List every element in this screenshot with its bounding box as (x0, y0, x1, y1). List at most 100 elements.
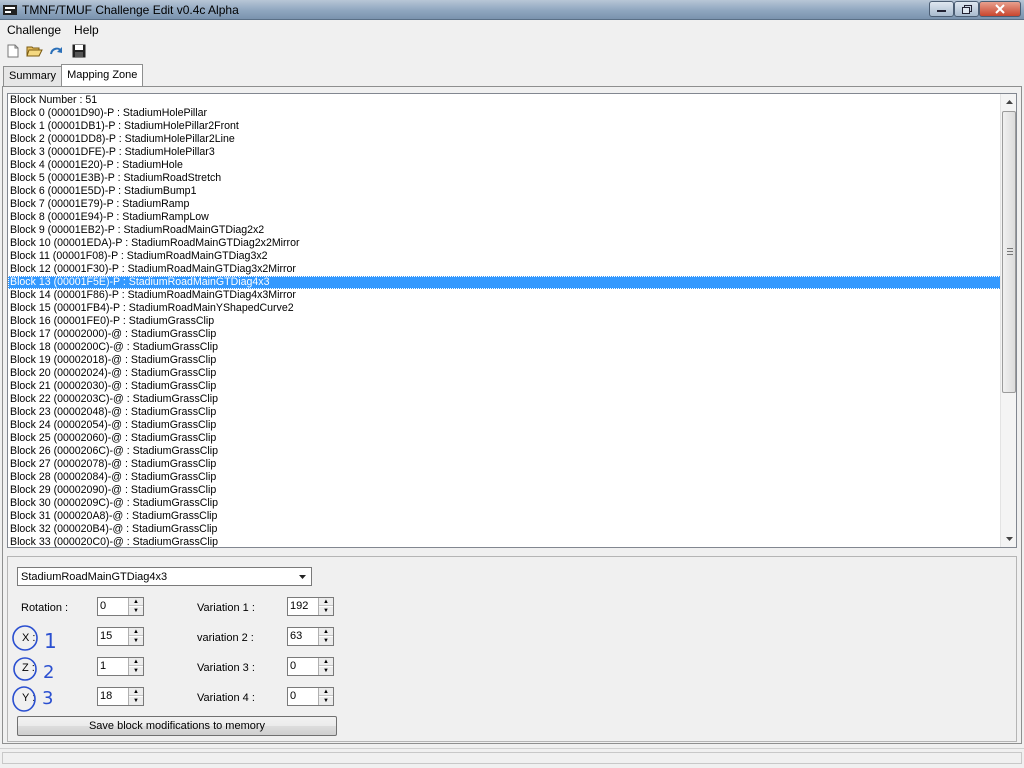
y-value[interactable]: 18 (100, 690, 112, 702)
block-count-header[interactable]: Block Number : 51 (8, 94, 1001, 107)
menu-challenge[interactable]: Challenge (0, 21, 67, 39)
block-list[interactable]: Block Number : 51 Block 0 (00001D90)-P :… (7, 93, 1017, 548)
increment-icon[interactable]: ▲ (129, 658, 143, 666)
increment-icon[interactable]: ▲ (129, 628, 143, 636)
list-item[interactable]: Block 11 (00001F08)-P : StadiumRoadMainG… (8, 250, 1001, 263)
status-panel (2, 752, 1022, 764)
rotation-value[interactable]: 0 (100, 600, 106, 612)
list-item[interactable]: Block 13 (00001F5E)-P : StadiumRoadMainG… (8, 276, 1001, 289)
app-icon (3, 5, 17, 15)
list-item[interactable]: Block 10 (00001EDA)-P : StadiumRoadMainG… (8, 237, 1001, 250)
increment-icon[interactable]: ▲ (319, 628, 333, 636)
list-item[interactable]: Block 17 (00002000)-@ : StadiumGrassClip (8, 328, 1001, 341)
menu-help[interactable]: Help (67, 21, 105, 39)
close-button[interactable] (979, 1, 1021, 17)
list-item[interactable]: Block 1 (00001DB1)-P : StadiumHolePillar… (8, 120, 1001, 133)
list-item[interactable]: Block 29 (00002090)-@ : StadiumGrassClip (8, 484, 1001, 497)
y-label: Y : (22, 692, 36, 704)
variation-2-stepper[interactable]: 63 ▲ ▼ (287, 627, 334, 646)
increment-icon[interactable]: ▲ (129, 598, 143, 606)
rotation-stepper[interactable]: 0 ▲ ▼ (97, 597, 144, 616)
list-item[interactable]: Block 9 (00001EB2)-P : StadiumRoadMainGT… (8, 224, 1001, 237)
list-item[interactable]: Block 32 (000020B4)-@ : StadiumGrassClip (8, 523, 1001, 536)
save-button[interactable] (69, 42, 88, 61)
save-block-modifications-button[interactable]: Save block modifications to memory (17, 716, 337, 736)
decrement-icon[interactable]: ▼ (319, 697, 333, 705)
x-stepper[interactable]: 15 ▲ ▼ (97, 627, 144, 646)
tab-summary[interactable]: Summary (3, 66, 63, 86)
list-item[interactable]: Block 16 (00001FE0)-P : StadiumGrassClip (8, 315, 1001, 328)
list-item[interactable]: Block 14 (00001F86)-P : StadiumRoadMainG… (8, 289, 1001, 302)
close-icon (995, 4, 1005, 14)
list-item[interactable]: Block 5 (00001E3B)-P : StadiumRoadStretc… (8, 172, 1001, 185)
scroll-up-button[interactable] (1001, 94, 1016, 110)
y-stepper[interactable]: 18 ▲ ▼ (97, 687, 144, 706)
scroll-down-button[interactable] (1001, 531, 1016, 547)
list-item[interactable]: Block 21 (00002030)-@ : StadiumGrassClip (8, 380, 1001, 393)
minimize-button[interactable] (929, 1, 954, 17)
variation-3-value[interactable]: 0 (290, 660, 296, 672)
list-item[interactable]: Block 22 (0000203C)-@ : StadiumGrassClip (8, 393, 1001, 406)
list-item[interactable]: Block 28 (00002084)-@ : StadiumGrassClip (8, 471, 1001, 484)
z-stepper[interactable]: 1 ▲ ▼ (97, 657, 144, 676)
menu-bar: Challenge Help (0, 21, 1024, 39)
list-item[interactable]: Block 15 (00001FB4)-P : StadiumRoadMainY… (8, 302, 1001, 315)
list-item[interactable]: Block 27 (00002078)-@ : StadiumGrassClip (8, 458, 1001, 471)
list-item[interactable]: Block 0 (00001D90)-P : StadiumHolePillar (8, 107, 1001, 120)
variation-3-stepper[interactable]: 0 ▲ ▼ (287, 657, 334, 676)
dropdown-button[interactable] (295, 569, 310, 584)
list-item[interactable]: Block 3 (00001DFE)-P : StadiumHolePillar… (8, 146, 1001, 159)
decrement-icon[interactable]: ▼ (129, 607, 143, 615)
list-item[interactable]: Block 18 (0000200C)-@ : StadiumGrassClip (8, 341, 1001, 354)
y-stepper-buttons: ▲ ▼ (128, 688, 143, 705)
block-list-scrollbar[interactable] (1000, 94, 1016, 547)
increment-icon[interactable]: ▲ (319, 598, 333, 606)
decrement-icon[interactable]: ▼ (129, 667, 143, 675)
decrement-icon[interactable]: ▼ (319, 637, 333, 645)
list-item[interactable]: Block 33 (000020C0)-@ : StadiumGrassClip (8, 536, 1001, 547)
maximize-button[interactable] (954, 1, 979, 17)
variation-2-label: variation 2 : (197, 632, 254, 644)
list-item[interactable]: Block 26 (0000206C)-@ : StadiumGrassClip (8, 445, 1001, 458)
decrement-icon[interactable]: ▼ (129, 697, 143, 705)
open-folder-icon (26, 46, 43, 57)
list-item[interactable]: Block 30 (0000209C)-@ : StadiumGrassClip (8, 497, 1001, 510)
x-value[interactable]: 15 (100, 630, 112, 642)
z-value[interactable]: 1 (100, 660, 106, 672)
block-type-select[interactable]: StadiumRoadMainGTDiag4x3 (17, 567, 312, 586)
increment-icon[interactable]: ▲ (129, 688, 143, 696)
variation-4-value[interactable]: 0 (290, 690, 296, 702)
variation-1-stepper[interactable]: 192 ▲ ▼ (287, 597, 334, 616)
reload-button[interactable] (47, 42, 66, 61)
variation-1-value[interactable]: 192 (290, 600, 308, 612)
list-item[interactable]: Block 6 (00001E5D)-P : StadiumBump1 (8, 185, 1001, 198)
decrement-icon[interactable]: ▼ (319, 607, 333, 615)
list-item[interactable]: Block 7 (00001E79)-P : StadiumRamp (8, 198, 1001, 211)
list-item[interactable]: Block 25 (00002060)-@ : StadiumGrassClip (8, 432, 1001, 445)
list-item[interactable]: Block 20 (00002024)-@ : StadiumGrassClip (8, 367, 1001, 380)
scroll-thumb[interactable] (1002, 111, 1016, 393)
save-disk-icon (72, 44, 85, 58)
variation-4-stepper[interactable]: 0 ▲ ▼ (287, 687, 334, 706)
tab-strip: Summary Mapping Zone (3, 64, 144, 86)
list-item[interactable]: Block 24 (00002054)-@ : StadiumGrassClip (8, 419, 1001, 432)
open-button[interactable] (25, 42, 44, 61)
list-item[interactable]: Block 8 (00001E94)-P : StadiumRampLow (8, 211, 1001, 224)
new-file-button[interactable] (3, 42, 22, 61)
list-item[interactable]: Block 2 (00001DD8)-P : StadiumHolePillar… (8, 133, 1001, 146)
variation-2-value[interactable]: 63 (290, 630, 302, 642)
chevron-down-icon (299, 574, 306, 579)
list-item[interactable]: Block 12 (00001F30)-P : StadiumRoadMainG… (8, 263, 1001, 276)
list-item[interactable]: Block 31 (000020A8)-@ : StadiumGrassClip (8, 510, 1001, 523)
increment-icon[interactable]: ▲ (319, 688, 333, 696)
x-label: X : (22, 632, 36, 644)
window-title: TMNF/TMUF Challenge Edit v0.4c Alpha (22, 3, 239, 17)
list-item[interactable]: Block 4 (00001E20)-P : StadiumHole (8, 159, 1001, 172)
decrement-icon[interactable]: ▼ (319, 667, 333, 675)
x-stepper-buttons: ▲ ▼ (128, 628, 143, 645)
increment-icon[interactable]: ▲ (319, 658, 333, 666)
list-item[interactable]: Block 19 (00002018)-@ : StadiumGrassClip (8, 354, 1001, 367)
decrement-icon[interactable]: ▼ (129, 637, 143, 645)
list-item[interactable]: Block 23 (00002048)-@ : StadiumGrassClip (8, 406, 1001, 419)
tab-mapping-zone[interactable]: Mapping Zone (61, 64, 144, 86)
